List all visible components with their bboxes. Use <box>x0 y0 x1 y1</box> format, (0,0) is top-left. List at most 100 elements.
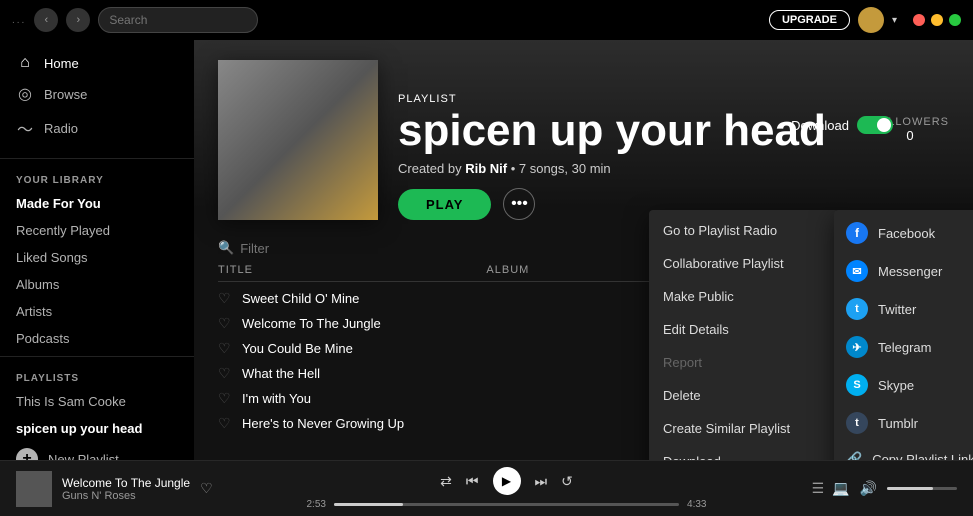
prev-button[interactable]: ⏮ <box>466 473 479 490</box>
sidebar-item-browse-label: Browse <box>44 87 87 102</box>
context-menu: Go to Playlist Radio Collaborative Playl… <box>649 210 839 460</box>
radio-icon: 〜 <box>16 116 34 140</box>
minimize-btn[interactable] <box>931 14 943 26</box>
share-tumblr[interactable]: t Tumblr <box>834 404 973 442</box>
close-btn[interactable] <box>913 14 925 26</box>
new-playlist-item[interactable]: + New Playlist <box>0 442 194 460</box>
share-facebook[interactable]: f Facebook <box>834 214 973 252</box>
share-messenger[interactable]: ✉ Messenger <box>834 252 973 290</box>
share-skype[interactable]: S Skype <box>834 366 973 404</box>
sidebar-item-spicen[interactable]: spicen up your head <box>0 415 194 442</box>
sidebar-item-home[interactable]: ⌂ Home <box>0 48 194 78</box>
sidebar-item-made-for-you[interactable]: Made For You <box>0 190 194 217</box>
play-pause-button[interactable]: ▶ <box>493 467 521 495</box>
new-playlist-label: New Playlist <box>48 452 119 461</box>
avatar[interactable] <box>858 7 884 33</box>
player-buttons: ⇄ ⏮ ▶ ⏭ ↺ <box>440 467 573 495</box>
share-tumblr-label: Tumblr <box>878 416 918 431</box>
tumblr-icon: t <box>846 412 868 434</box>
share-submenu: f Facebook ✉ Messenger t Twitter ✈ Teleg… <box>834 210 973 460</box>
sidebar-item-sam-cooke[interactable]: This Is Sam Cooke <box>0 388 194 415</box>
sidebar-item-artists[interactable]: Artists <box>0 298 194 325</box>
ctx-make-public[interactable]: Make Public <box>649 280 839 313</box>
progress-fill <box>334 503 403 506</box>
ctx-make-public-label: Make Public <box>663 289 734 304</box>
window-controls <box>913 14 961 26</box>
share-skype-label: Skype <box>878 378 914 393</box>
ctx-download-label: Download <box>663 454 721 460</box>
share-messenger-label: Messenger <box>878 264 942 279</box>
total-time: 4:33 <box>687 499 706 510</box>
share-twitter-label: Twitter <box>878 302 916 317</box>
ctx-delete[interactable]: Delete <box>649 379 839 412</box>
sidebar-divider-2 <box>0 356 194 357</box>
sidebar-item-liked-songs[interactable]: Liked Songs <box>0 244 194 271</box>
sidebar-item-albums[interactable]: Albums <box>0 271 194 298</box>
forward-button[interactable]: › <box>66 8 90 32</box>
player-controls: ⇄ ⏮ ▶ ⏭ ↺ 2:53 4:33 <box>228 467 785 510</box>
next-button[interactable]: ⏭ <box>535 473 548 490</box>
ctx-create-similar-label: Create Similar Playlist <box>663 421 790 436</box>
progress-track[interactable] <box>334 503 679 506</box>
sidebar-divider-1 <box>0 158 194 159</box>
player-track-name: Welcome To The Jungle <box>62 476 190 490</box>
ctx-collaborative[interactable]: Collaborative Playlist <box>649 247 839 280</box>
sidebar-item-browse[interactable]: ◎ Browse <box>0 78 194 110</box>
ctx-report-label: Report <box>663 355 702 370</box>
sidebar-item-recently-played[interactable]: Recently Played <box>0 217 194 244</box>
plus-icon: + <box>16 448 38 460</box>
share-copy-link-label: Copy Playlist Link <box>872 452 973 461</box>
facebook-icon: f <box>846 222 868 244</box>
upgrade-button[interactable]: UPGRADE <box>769 10 850 30</box>
content-area: PLAYLIST spicen up your head Created by … <box>194 40 973 460</box>
share-telegram[interactable]: ✈ Telegram <box>834 328 973 366</box>
volume-icon: 🔊 <box>860 480 877 497</box>
sidebar-item-podcasts[interactable]: Podcasts <box>0 325 194 352</box>
playlists-section-title: PLAYLISTS <box>0 361 194 388</box>
repeat-button[interactable]: ↺ <box>561 473 573 490</box>
player-like-icon[interactable]: ♡ <box>200 480 213 497</box>
share-copy-link[interactable]: 🔗 Copy Playlist Link ← <box>834 442 973 460</box>
liked-songs-label: Liked Songs <box>16 250 88 265</box>
home-icon: ⌂ <box>16 54 34 72</box>
maximize-btn[interactable] <box>949 14 961 26</box>
browse-icon: ◎ <box>16 84 34 104</box>
library-section-title: YOUR LIBRARY <box>0 163 194 190</box>
artists-label: Artists <box>16 304 52 319</box>
player-right-icons: ☰ 💻 <box>812 480 850 497</box>
ctx-go-to-radio-label: Go to Playlist Radio <box>663 223 777 238</box>
progress-bar[interactable]: 2:53 4:33 <box>307 499 707 510</box>
chevron-down-icon[interactable]: ▾ <box>892 15 897 26</box>
bottom-player: Welcome To The Jungle Guns N' Roses ♡ ⇄ … <box>0 460 973 516</box>
search-input[interactable] <box>98 7 258 33</box>
spicen-label: spicen up your head <box>16 421 142 436</box>
share-telegram-label: Telegram <box>878 340 931 355</box>
ctx-go-to-radio[interactable]: Go to Playlist Radio <box>649 214 839 247</box>
albums-label: Albums <box>16 277 59 292</box>
devices-button[interactable]: 💻 <box>832 480 849 497</box>
sam-cooke-label: This Is Sam Cooke <box>16 394 126 409</box>
sidebar-nav: ⌂ Home ◎ Browse 〜 Radio <box>0 40 194 154</box>
back-button[interactable]: ‹ <box>34 8 58 32</box>
top-bar: ... ‹ › UPGRADE ▾ <box>0 0 973 40</box>
queue-button[interactable]: ☰ <box>812 480 825 497</box>
share-facebook-label: Facebook <box>878 226 935 241</box>
ctx-edit-details[interactable]: Edit Details <box>649 313 839 346</box>
context-overlay[interactable]: Go to Playlist Radio Collaborative Playl… <box>194 40 973 460</box>
ctx-download[interactable]: Download <box>649 445 839 460</box>
ctx-create-similar[interactable]: Create Similar Playlist <box>649 412 839 445</box>
ctx-delete-label: Delete <box>663 388 701 403</box>
volume-fill <box>887 487 933 490</box>
podcasts-label: Podcasts <box>16 331 69 346</box>
volume-bar[interactable] <box>887 487 957 490</box>
telegram-icon: ✈ <box>846 336 868 358</box>
made-for-you-label: Made For You <box>16 196 101 211</box>
shuffle-button[interactable]: ⇄ <box>440 473 452 490</box>
sidebar-item-radio[interactable]: 〜 Radio <box>0 110 194 146</box>
sidebar-item-radio-label: Radio <box>44 121 78 136</box>
link-icon: 🔗 <box>846 451 862 460</box>
share-twitter[interactable]: t Twitter <box>834 290 973 328</box>
player-track-info: Welcome To The Jungle Guns N' Roses ♡ <box>16 471 216 507</box>
player-track-details: Welcome To The Jungle Guns N' Roses <box>62 476 190 502</box>
messenger-icon: ✉ <box>846 260 868 282</box>
